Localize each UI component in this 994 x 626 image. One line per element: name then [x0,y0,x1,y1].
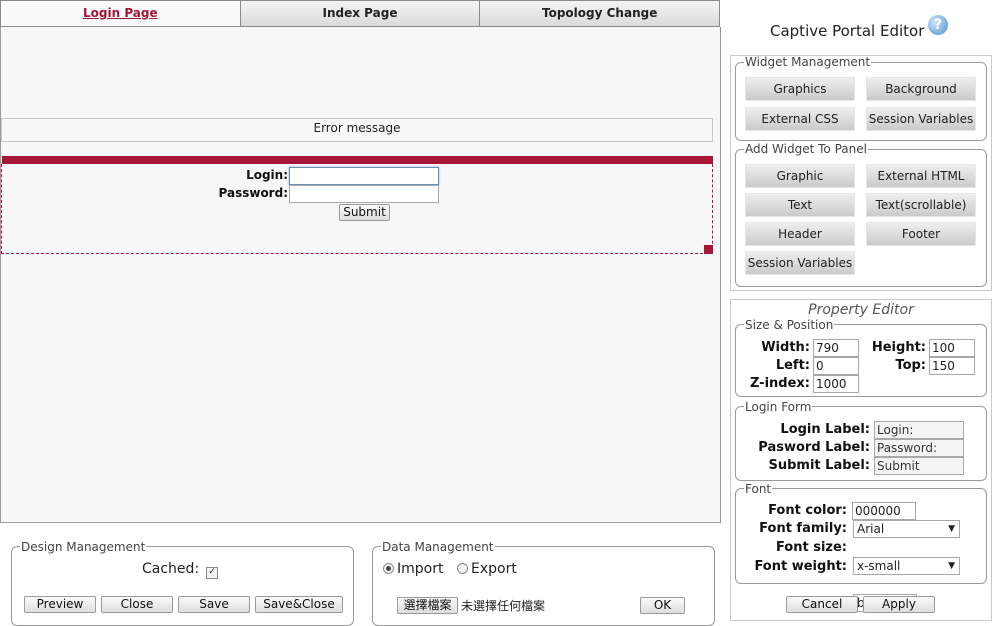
widget-management-legend: Widget Management [744,55,872,69]
dropdown-arrow-icon: ▼ [948,524,955,534]
add-text-button[interactable]: Text [745,193,855,217]
property-editor-title: Property Editor [808,302,914,318]
add-text-scrollable-button[interactable]: Text(scrollable) [866,193,976,217]
error-message-text: Error message [313,121,401,135]
no-file-chosen-text: 未選擇任何檔案 [461,599,546,613]
add-widget-legend: Add Widget To Panel [744,142,868,156]
background-button[interactable]: Background [866,77,976,101]
external-css-button[interactable]: External CSS [745,107,855,131]
data-management-group [372,546,715,626]
save-close-button[interactable]: Save&Close [255,596,343,613]
cancel-button[interactable]: Cancel [786,596,858,613]
apply-button[interactable]: Apply [863,596,935,613]
password-label: Password: [218,186,289,200]
add-footer-button[interactable]: Footer [866,222,976,246]
save-button[interactable]: Save [178,596,250,613]
font-color-label: Font color: [768,503,847,518]
font-weight-label: Font weight: [754,559,847,574]
session-variables-management-button[interactable]: Session Variables [866,107,976,131]
error-message-widget[interactable]: Error message [1,118,713,142]
add-session-variables-button[interactable]: Session Variables [745,251,855,275]
login-label-label: Login Label: [780,422,870,437]
zindex-input[interactable]: 1000 [813,375,859,393]
submit-button[interactable]: Submit [339,204,390,221]
top-label: Top: [895,358,926,373]
tab-login-page[interactable]: Login Page [1,1,241,26]
font-size-label: Font size: [775,540,847,555]
font-family-label: Font family: [759,521,847,536]
dropdown-arrow-icon: ▼ [948,561,955,571]
resize-handle[interactable] [704,245,713,254]
left-input[interactable]: 0 [813,357,859,375]
preview-button[interactable]: Preview [24,596,96,613]
font-legend: Font [744,482,773,496]
choose-file-button[interactable]: 選擇檔案 [397,597,458,614]
submit-label-label: Submit Label: [768,458,871,473]
add-graphic-button[interactable]: Graphic [745,164,855,188]
password-label-input[interactable]: Password: [874,439,964,457]
width-input[interactable]: 790 [813,339,859,357]
graphics-button[interactable]: Graphics [745,77,855,101]
width-label: Width: [761,340,810,355]
size-position-legend: Size & Position [744,318,835,332]
font-color-input[interactable]: 000000 [852,502,916,520]
zindex-label: Z-index: [749,376,810,391]
checkmark-icon: ✓ [206,567,218,579]
left-label: Left: [775,358,810,373]
height-input[interactable]: 100 [929,339,975,357]
login-widget-header-bar[interactable] [2,156,713,164]
add-header-button[interactable]: Header [745,222,855,246]
submit-label-input[interactable]: Submit [874,457,964,475]
design-management-legend: Design Management [20,540,147,554]
tab-topology-change[interactable]: Topology Change [480,1,720,26]
password-label-label: Pasword Label: [758,440,870,455]
tab-index-page[interactable]: Index Page [240,1,481,26]
help-icon[interactable]: ? [928,15,948,35]
cached-label: Cached: [142,561,200,577]
login-label-input[interactable]: Login: [874,421,964,439]
height-label: Height: [871,340,926,355]
export-radio[interactable] [457,563,468,577]
page-tabs: Login Page Index Page Topology Change [0,0,720,27]
font-size-select[interactable]: x-small ▼ [853,557,960,575]
import-label[interactable]: Import [397,561,443,577]
ok-button[interactable]: OK [640,597,685,614]
design-management-group [11,546,354,626]
font-size-value: x-small [857,559,901,573]
close-button[interactable]: Close [101,596,173,613]
font-family-value: Arial [857,522,885,536]
design-canvas[interactable] [0,27,721,523]
editor-title: Captive Portal Editor [770,22,925,40]
data-management-legend: Data Management [381,540,495,554]
login-label: Login: [246,168,288,182]
password-input[interactable] [289,185,439,203]
font-family-select[interactable]: Arial ▼ [853,520,960,538]
export-label[interactable]: Export [471,561,517,577]
add-external-html-button[interactable]: External HTML [866,164,976,188]
cached-checkbox[interactable]: ✓ [206,563,218,579]
login-form-legend: Login Form [744,400,813,414]
top-input[interactable]: 150 [929,357,975,375]
import-radio[interactable] [383,563,394,577]
login-input[interactable] [289,167,439,185]
